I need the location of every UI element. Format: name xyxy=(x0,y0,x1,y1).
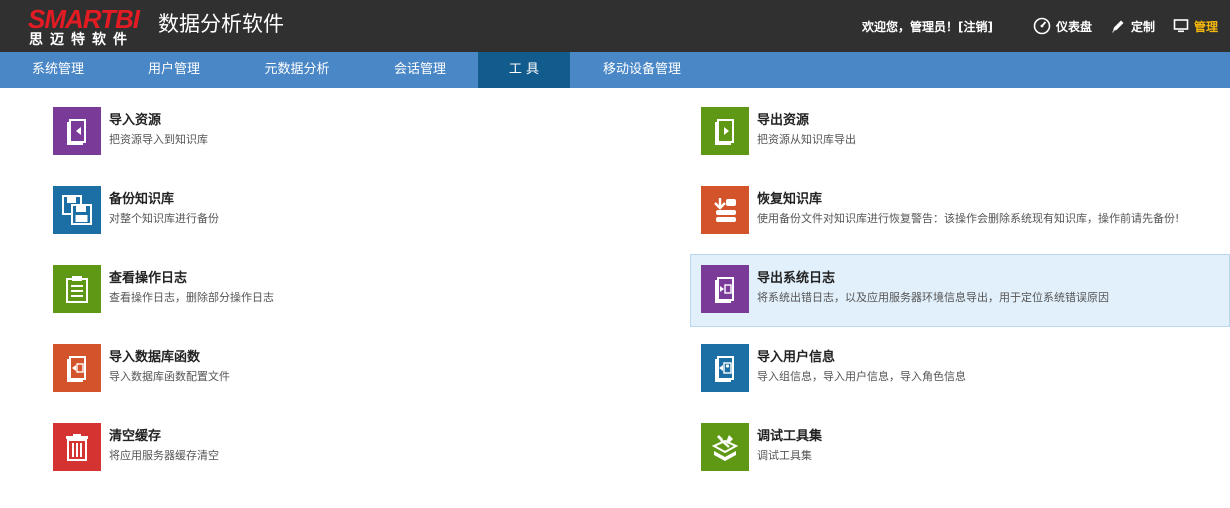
tool-view-operation-log[interactable]: 查看操作日志 查看操作日志，删除部分操作日志 xyxy=(53,265,613,325)
logout-link[interactable]: 注销 xyxy=(963,20,987,34)
dashboard-icon xyxy=(1033,17,1051,35)
tool-description: 导入组信息，导入用户信息，导入角色信息 xyxy=(757,370,966,383)
tool-title: 查看操作日志 xyxy=(109,271,188,286)
tool-description: 将应用服务器缓存清空 xyxy=(109,449,219,462)
export-book-icon xyxy=(701,107,749,155)
manage-label: 管理 xyxy=(1193,19,1218,34)
import-book-icon xyxy=(53,107,101,155)
tool-description: 导入数据库函数配置文件 xyxy=(109,370,230,383)
tool-debug-toolkit[interactable]: 调试工具集 调试工具集 xyxy=(701,423,1221,483)
trash-icon xyxy=(53,423,101,471)
nav-mobile-device-management[interactable]: 移动设备管理 xyxy=(570,52,714,88)
nav-system-management[interactable]: 系统管理 xyxy=(0,52,116,88)
tool-import-db-functions[interactable]: 导入数据库函数 导入数据库函数配置文件 xyxy=(53,344,613,404)
dashboard-link[interactable]: 仪表盘 xyxy=(1033,17,1092,35)
toolkit-icon xyxy=(701,423,749,471)
tool-description: 调试工具集 xyxy=(757,449,812,462)
monitor-icon xyxy=(1173,19,1189,33)
tool-title: 导出系统日志 xyxy=(757,271,836,286)
restore-database-icon xyxy=(701,186,749,234)
tool-export-resources[interactable]: 导出资源 把资源从知识库导出 xyxy=(701,107,1221,167)
customize-link[interactable]: 定制 xyxy=(1110,18,1155,35)
tool-import-resources[interactable]: 导入资源 把资源导入到知识库 xyxy=(53,107,613,167)
import-function-icon xyxy=(53,344,101,392)
floppy-disk-icon xyxy=(53,186,101,234)
nav-metadata-analysis[interactable]: 元数据分析 xyxy=(232,52,362,88)
export-log-icon xyxy=(701,265,749,313)
tool-title: 导出资源 xyxy=(757,113,810,128)
tool-import-user-info[interactable]: 导入用户信息 导入组信息，导入用户信息，导入角色信息 xyxy=(701,344,1221,404)
customize-label: 定制 xyxy=(1130,19,1155,34)
tool-backup-repository[interactable]: 备份知识库 对整个知识库进行备份 xyxy=(53,186,613,246)
tool-title: 清空缓存 xyxy=(109,429,162,444)
nav-tools[interactable]: 工 具 xyxy=(478,52,570,88)
main-nav: 系统管理 用户管理 元数据分析 会话管理 工 具 移动设备管理 xyxy=(0,52,1230,88)
nav-session-management[interactable]: 会话管理 xyxy=(362,52,478,88)
clipboard-log-icon xyxy=(53,265,101,313)
manage-link[interactable]: 管理 xyxy=(1173,18,1218,35)
tool-restore-repository[interactable]: 恢复知识库 使用备份文件对知识库进行恢复警告：该操作会删除系统现有知识库，操作前… xyxy=(701,186,1221,246)
tool-export-system-log[interactable]: 导出系统日志 将系统出错日志，以及应用服务器环境信息导出，用于定位系统错误原因 xyxy=(690,254,1230,327)
logo-wordmark: SMARTBI xyxy=(28,4,140,34)
tool-title: 导入资源 xyxy=(109,113,162,128)
app-title: 数据分析软件 xyxy=(158,12,284,36)
tool-description: 对整个知识库进行备份 xyxy=(109,212,219,225)
import-user-icon xyxy=(701,344,749,392)
logo-subtitle: 思迈特软件 xyxy=(29,32,134,48)
nav-user-management[interactable]: 用户管理 xyxy=(116,52,232,88)
tool-description: 查看操作日志，删除部分操作日志 xyxy=(109,291,274,304)
tool-title: 导入数据库函数 xyxy=(109,350,201,365)
tool-description: 把资源导入到知识库 xyxy=(109,133,208,146)
tool-description: 使用备份文件对知识库进行恢复警告：该操作会删除系统现有知识库，操作前请先备份! xyxy=(757,212,1180,225)
tool-clear-cache[interactable]: 清空缓存 将应用服务器缓存清空 xyxy=(53,423,613,483)
tool-title: 备份知识库 xyxy=(109,192,175,207)
tool-title: 导入用户信息 xyxy=(757,350,836,365)
tool-description: 将系统出错日志，以及应用服务器环境信息导出，用于定位系统错误原因 xyxy=(757,291,1109,304)
tool-title: 恢复知识库 xyxy=(757,192,823,207)
smartbi-logo: SMARTBI 思迈特软件 xyxy=(28,6,144,48)
top-header: SMARTBI 思迈特软件 数据分析软件 欢迎您，管理员！[注销] 仪表盘 定制 xyxy=(0,0,1230,52)
dashboard-label: 仪表盘 xyxy=(1055,19,1092,34)
pencil-icon xyxy=(1111,20,1124,33)
tool-description: 把资源从知识库导出 xyxy=(757,133,856,146)
tool-title: 调试工具集 xyxy=(757,429,823,444)
header-user-area: 欢迎您，管理员！[注销] 仪表盘 定制 管理 xyxy=(862,16,1218,36)
welcome-text: 欢迎您，管理员！[注销] xyxy=(861,19,993,34)
